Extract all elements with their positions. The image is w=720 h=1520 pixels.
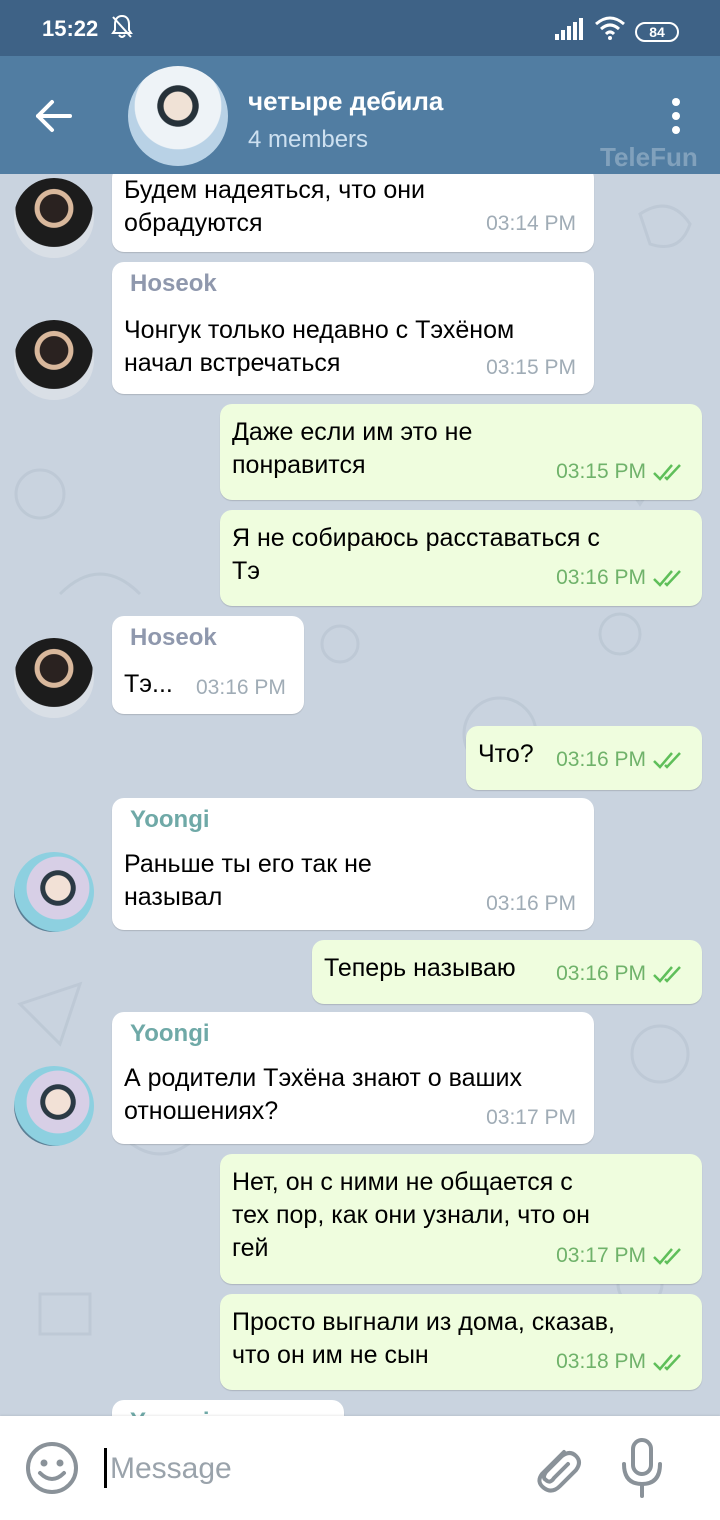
message-line: гей	[232, 1234, 269, 1262]
message-line: Тэ	[232, 557, 261, 585]
group-avatar[interactable]	[128, 66, 228, 166]
message-input-bar	[0, 1416, 720, 1520]
status-bar: 15:22 84	[0, 0, 720, 56]
message-time: 03:15 PM	[556, 460, 646, 483]
message-time: 03:16 PM	[486, 892, 576, 915]
avatar-hoseok[interactable]	[14, 178, 94, 258]
message-time: 03:16 PM	[196, 676, 286, 699]
message-outgoing[interactable]: Просто выгнали из дома, сказав, что он и…	[220, 1294, 702, 1390]
message-line: Я не собираюсь расставаться с	[232, 524, 600, 552]
message-text: Нет, он с ними не общается с тех пор, ка…	[232, 1166, 590, 1265]
paperclip-icon[interactable]	[524, 1438, 584, 1498]
double-check-icon	[653, 570, 681, 587]
message-time: 03:17 PM	[486, 1106, 576, 1129]
message-time: 03:16 PM	[556, 566, 646, 589]
message-text: Что?	[478, 740, 534, 768]
sender-name[interactable]: Yoongi	[130, 1408, 210, 1416]
message-line: А родители Тэхёна знают о ваших	[124, 1064, 523, 1092]
avatar-hoseok[interactable]	[14, 320, 94, 400]
message-text: Раньше ты его так не называл	[124, 848, 372, 914]
message-input[interactable]	[108, 1446, 512, 1492]
message-line: Чонгук только недавно с Тэхёном	[124, 316, 515, 344]
message-text: Теперь называю	[324, 954, 516, 982]
message-line: Просто выгнали из дома, сказав,	[232, 1308, 615, 1336]
message-outgoing[interactable]: Даже если им это не понравится 03:15 PM	[220, 404, 702, 500]
message-incoming[interactable]: Yoongi А родители Тэхёна знают о ваших о…	[112, 1012, 594, 1144]
message-line: Будем надеяться, что они	[124, 176, 426, 204]
avatar-yoongi[interactable]	[14, 1066, 94, 1146]
message-line: Нет, он с ними не общается с	[232, 1168, 573, 1196]
double-check-icon	[653, 1248, 681, 1265]
wifi-icon	[595, 16, 625, 40]
emoji-icon[interactable]	[24, 1440, 80, 1496]
sender-name[interactable]: Hoseok	[130, 270, 217, 298]
message-outgoing[interactable]: Что? 03:16 PM	[466, 726, 702, 790]
message-text: А родители Тэхёна знают о ваших отношени…	[124, 1062, 522, 1128]
message-line: понравится	[232, 451, 366, 479]
message-time: 03:16 PM	[556, 748, 646, 771]
sender-name[interactable]: Hoseok	[130, 624, 217, 652]
message-outgoing[interactable]: Я не собираюсь расставаться с Тэ 03:16 P…	[220, 510, 702, 606]
message-text: Я не собираюсь расставаться с Тэ	[232, 522, 600, 588]
back-arrow-icon[interactable]	[30, 96, 78, 136]
message-incoming[interactable]: Hoseok Чонгук только недавно с Тэхёном н…	[112, 262, 594, 394]
text-cursor	[104, 1448, 107, 1488]
message-line: Даже если им это не	[232, 418, 473, 446]
chat-header: четыре дебила 4 members TeleFun	[0, 56, 720, 174]
sender-name[interactable]: Yoongi	[130, 806, 210, 834]
message-line: обрадуются	[124, 209, 263, 237]
message-time: 03:15 PM	[486, 356, 576, 379]
message-incoming[interactable]: Hoseok Тэ... 03:16 PM	[112, 616, 304, 714]
message-outgoing[interactable]: Теперь называю 03:16 PM	[312, 940, 702, 1004]
mute-bell-icon	[111, 14, 133, 38]
avatar-yoongi[interactable]	[14, 852, 94, 932]
message-line: тех пор, как они узнали, что он	[232, 1201, 590, 1229]
microphone-icon[interactable]	[614, 1436, 670, 1500]
member-count: 4 members	[248, 126, 369, 153]
message-line: Раньше ты его так не	[124, 850, 372, 878]
message-time: 03:18 PM	[556, 1350, 646, 1373]
message-time: 03:14 PM	[486, 212, 576, 235]
battery-indicator: 84	[635, 22, 679, 42]
message-line: называл	[124, 883, 223, 911]
message-text: Чонгук только недавно с Тэхёном начал вс…	[124, 314, 514, 380]
message-outgoing[interactable]: Нет, он с ними не общается с тех пор, ка…	[220, 1154, 702, 1284]
message-incoming[interactable]: Yoongi	[112, 1400, 344, 1416]
group-title[interactable]: четыре дебила	[248, 86, 443, 117]
double-check-icon	[653, 464, 681, 481]
message-line: начал встречаться	[124, 349, 341, 377]
sender-name[interactable]: Yoongi	[130, 1020, 210, 1048]
message-incoming[interactable]: Yoongi Раньше ты его так не называл 03:1…	[112, 798, 594, 930]
message-time: 03:16 PM	[556, 962, 646, 985]
more-vert-icon[interactable]	[666, 96, 686, 136]
watermark: TeleFun	[600, 142, 698, 172]
double-check-icon	[653, 752, 681, 769]
signal-icon	[555, 18, 583, 40]
message-time: 03:17 PM	[556, 1244, 646, 1267]
status-time: 15:22	[42, 16, 99, 41]
avatar-hoseok[interactable]	[14, 638, 94, 718]
message-text: Тэ...	[124, 670, 173, 698]
message-incoming[interactable]: Будем надеяться, что они обрадуются 03:1…	[112, 174, 594, 252]
double-check-icon	[653, 966, 681, 983]
message-line: отношениях?	[124, 1097, 279, 1125]
message-text: Даже если им это не понравится	[232, 416, 472, 482]
double-check-icon	[653, 1354, 681, 1371]
message-list[interactable]: Будем надеяться, что они обрадуются 03:1…	[0, 174, 720, 1416]
message-text: Будем надеяться, что они обрадуются	[124, 174, 425, 240]
